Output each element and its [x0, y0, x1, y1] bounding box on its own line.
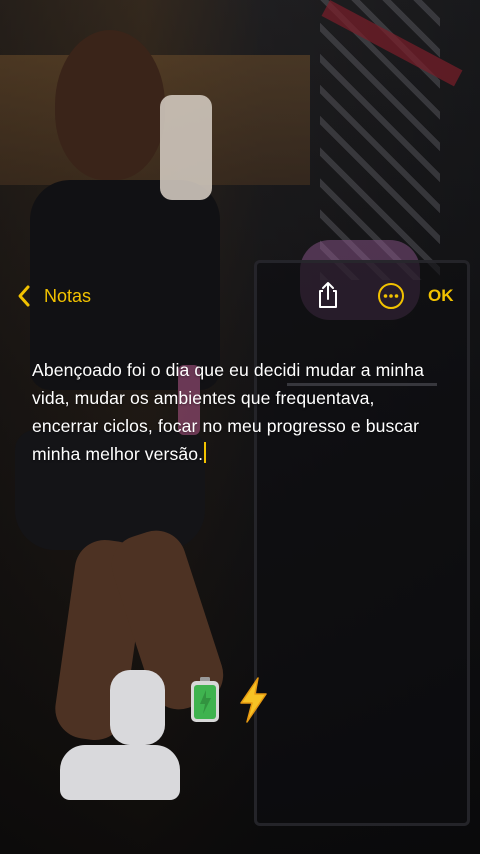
done-button[interactable]: OK	[428, 286, 454, 306]
sneaker-right	[110, 670, 165, 745]
woman-head	[55, 30, 165, 180]
more-options-icon[interactable]	[377, 282, 405, 310]
emoji-stickers	[188, 676, 270, 724]
notes-navbar: Notas OK	[0, 278, 480, 314]
back-button-label: Notas	[44, 285, 92, 306]
gym-machine	[254, 260, 470, 826]
chevron-left-icon	[18, 285, 30, 307]
text-cursor	[204, 442, 207, 463]
battery-icon	[191, 677, 219, 722]
high-voltage-icon	[240, 677, 267, 723]
phone-in-hand	[160, 95, 212, 200]
note-body[interactable]: Abençoado foi o dia que eu decidi mudar …	[32, 356, 432, 468]
sneaker-left	[60, 745, 180, 800]
note-text: Abençoado foi o dia que eu decidi mudar …	[32, 360, 425, 464]
share-icon[interactable]	[314, 280, 342, 310]
back-button[interactable]: Notas	[12, 282, 91, 310]
